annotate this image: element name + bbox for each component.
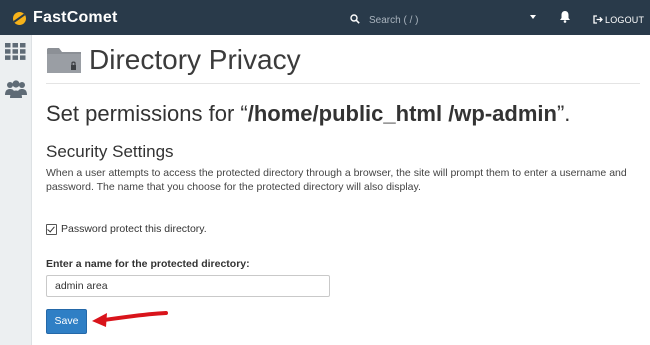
search-input[interactable]: Search ( / ) [369, 15, 418, 26]
chevron-down-icon[interactable] [530, 15, 536, 19]
logo-icon [13, 11, 26, 25]
permissions-suffix: ”. [556, 101, 571, 126]
main-content: Directory Privacy Set permissions for “/… [32, 35, 650, 345]
permissions-prefix: Set permissions for “ [46, 101, 248, 126]
directory-name-input[interactable] [46, 275, 330, 297]
sidebar [0, 35, 32, 345]
top-navbar: FastComet Search ( / ) LOGOUT [0, 0, 650, 35]
folder-lock-icon [46, 45, 82, 75]
password-protect-option[interactable]: Password protect this directory. [46, 223, 207, 235]
directory-name-label: Enter a name for the protected directory… [46, 258, 250, 270]
logout-button[interactable]: LOGOUT [593, 11, 644, 29]
security-settings-title: Security Settings [46, 142, 174, 161]
logout-label: LOGOUT [605, 15, 645, 25]
password-protect-checkbox[interactable] [46, 223, 57, 235]
search-icon [350, 11, 360, 29]
brand-logo[interactable]: FastComet [13, 9, 117, 27]
logout-icon [593, 11, 603, 29]
page-header: Directory Privacy [46, 44, 301, 76]
brand-name: FastComet [33, 9, 118, 26]
grid-icon[interactable] [5, 43, 26, 65]
directory-path: /home/public_html /wp-admin [247, 101, 557, 126]
header-divider [46, 83, 640, 84]
users-icon[interactable] [5, 79, 27, 104]
permissions-heading: Set permissions for “/home/public_html /… [46, 101, 570, 127]
save-button[interactable]: Save [46, 309, 87, 334]
annotation-arrow-icon [90, 308, 170, 335]
page-title: Directory Privacy [89, 44, 301, 75]
password-protect-label: Password protect this directory. [61, 223, 207, 235]
search-box[interactable]: Search ( / ) [350, 11, 418, 29]
bell-icon[interactable] [559, 10, 571, 28]
security-description: When a user attempts to access the prote… [46, 167, 627, 193]
